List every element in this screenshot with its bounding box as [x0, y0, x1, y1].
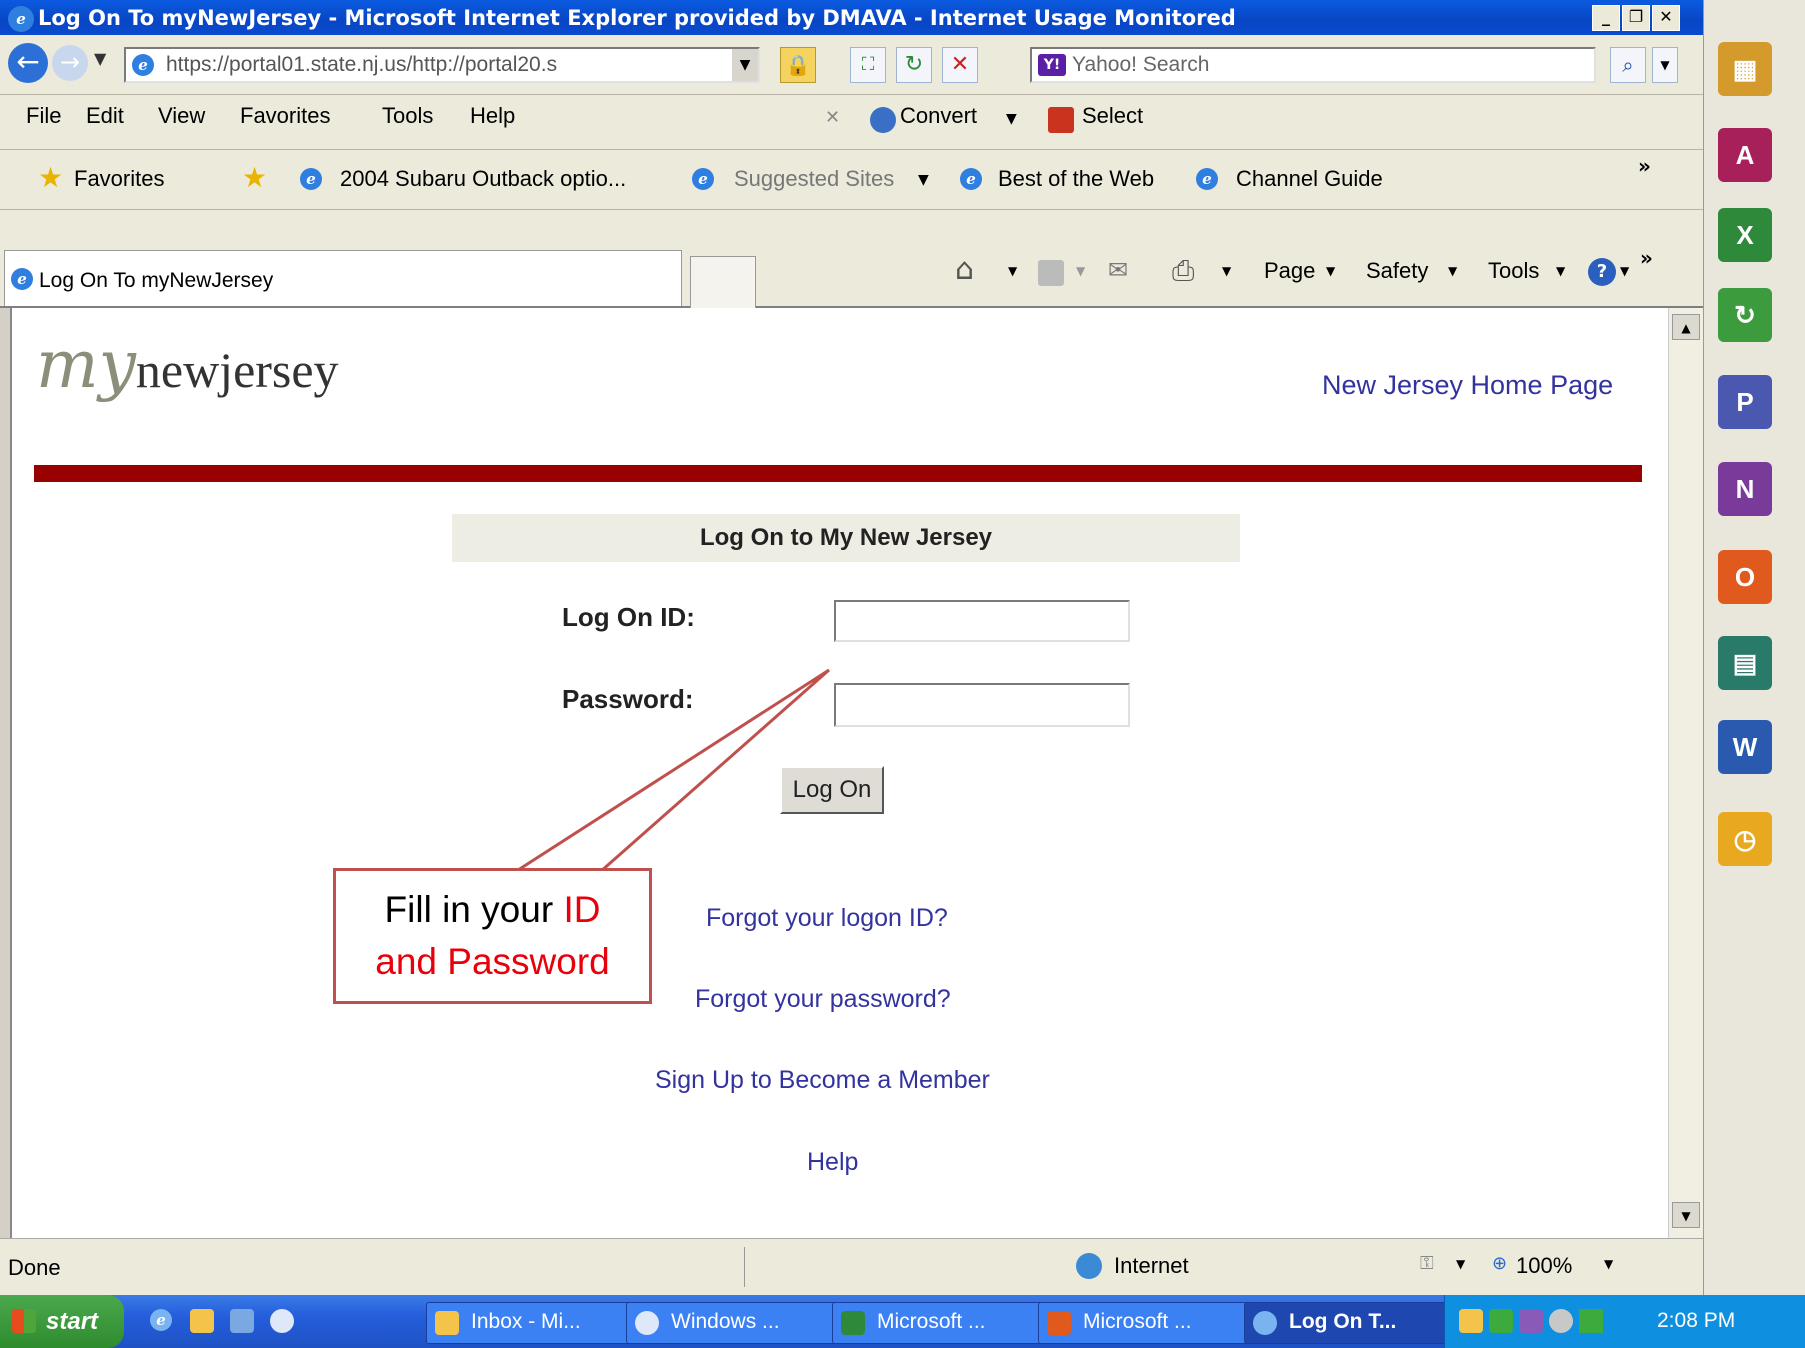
status-bar: Done Internet ⚿ ▼ ⊕ 100% ▼: [0, 1238, 1703, 1295]
callout-pointer: [509, 668, 830, 874]
quicklaunch-mediaplayer-icon[interactable]: [270, 1309, 294, 1333]
windows-logo-icon: [12, 1309, 36, 1333]
onenote-icon[interactable]: N: [1718, 462, 1772, 516]
tray-check-icon[interactable]: [1489, 1309, 1513, 1333]
calendar-folder-icon[interactable]: ▦: [1718, 42, 1772, 96]
zoom-icon[interactable]: ⊕: [1492, 1253, 1507, 1274]
taskbar: start e Inbox - Mi... Windows ... Micros…: [0, 1295, 1805, 1348]
quicklaunch-desktop-icon[interactable]: [230, 1309, 254, 1333]
protected-mode-dropdown-icon[interactable]: ▼: [1456, 1257, 1465, 1271]
quicklaunch-ie-icon[interactable]: e: [150, 1309, 172, 1331]
outlook-task-icon: [435, 1311, 459, 1335]
word-icon[interactable]: W: [1718, 720, 1772, 774]
protected-mode-icon[interactable]: ⚿: [1420, 1253, 1434, 1274]
vertical-scrollbar[interactable]: ▲ ▼: [1668, 308, 1703, 1238]
callout-tail: [509, 668, 830, 874]
task-label: Windows ...: [671, 1310, 780, 1333]
quicklaunch-outlook-icon[interactable]: [190, 1309, 214, 1333]
tray-outlook-icon[interactable]: [1459, 1309, 1483, 1333]
status-text: Done: [8, 1255, 61, 1280]
publisher-icon[interactable]: P: [1718, 375, 1772, 429]
outlook-icon[interactable]: O: [1718, 550, 1772, 604]
powerpoint-task-icon: [1047, 1311, 1071, 1335]
scroll-up-button[interactable]: ▲: [1672, 314, 1700, 340]
media-task-icon: [635, 1311, 659, 1335]
zone-text: Internet: [1114, 1253, 1189, 1278]
task-label: Microsoft ...: [877, 1310, 986, 1333]
callout-highlight-id: ID: [563, 889, 601, 930]
access-icon[interactable]: A: [1718, 128, 1772, 182]
zoom-dropdown-icon[interactable]: ▼: [1604, 1257, 1613, 1271]
system-tray: 2:08 PM: [1444, 1295, 1805, 1348]
reminder-icon[interactable]: ◷: [1718, 812, 1772, 866]
callout-box: Fill in your ID and Password: [333, 868, 652, 1004]
callout-highlight-password: and Password: [375, 941, 610, 982]
clock: 2:08 PM: [1657, 1309, 1736, 1332]
callout-text: Fill in your: [384, 889, 564, 930]
tray-onenote-icon[interactable]: [1519, 1309, 1543, 1333]
document-icon[interactable]: ▤: [1718, 636, 1772, 690]
ie-task-icon: [1253, 1311, 1277, 1335]
office-shortcut-bar: ▦ A X ↻ P N O ▤ W ◷: [1703, 0, 1805, 1295]
zoom-level[interactable]: 100%: [1516, 1253, 1572, 1279]
scroll-down-button[interactable]: ▼: [1672, 1202, 1700, 1228]
tray-network-icon[interactable]: [1579, 1309, 1603, 1333]
start-label: start: [46, 1308, 99, 1335]
internet-globe-icon: [1076, 1253, 1102, 1279]
task-label: Log On T...: [1289, 1310, 1397, 1333]
excel-icon[interactable]: X: [1718, 208, 1772, 262]
task-label: Microsoft ...: [1083, 1310, 1192, 1333]
excel-task-icon: [841, 1311, 865, 1335]
task-log-on[interactable]: Log On T...: [1244, 1302, 1472, 1344]
task-label: Inbox - Mi...: [471, 1310, 581, 1333]
tray-volume-icon[interactable]: [1549, 1309, 1573, 1333]
sync-icon[interactable]: ↻: [1718, 288, 1772, 342]
status-panels: [744, 1247, 1064, 1287]
